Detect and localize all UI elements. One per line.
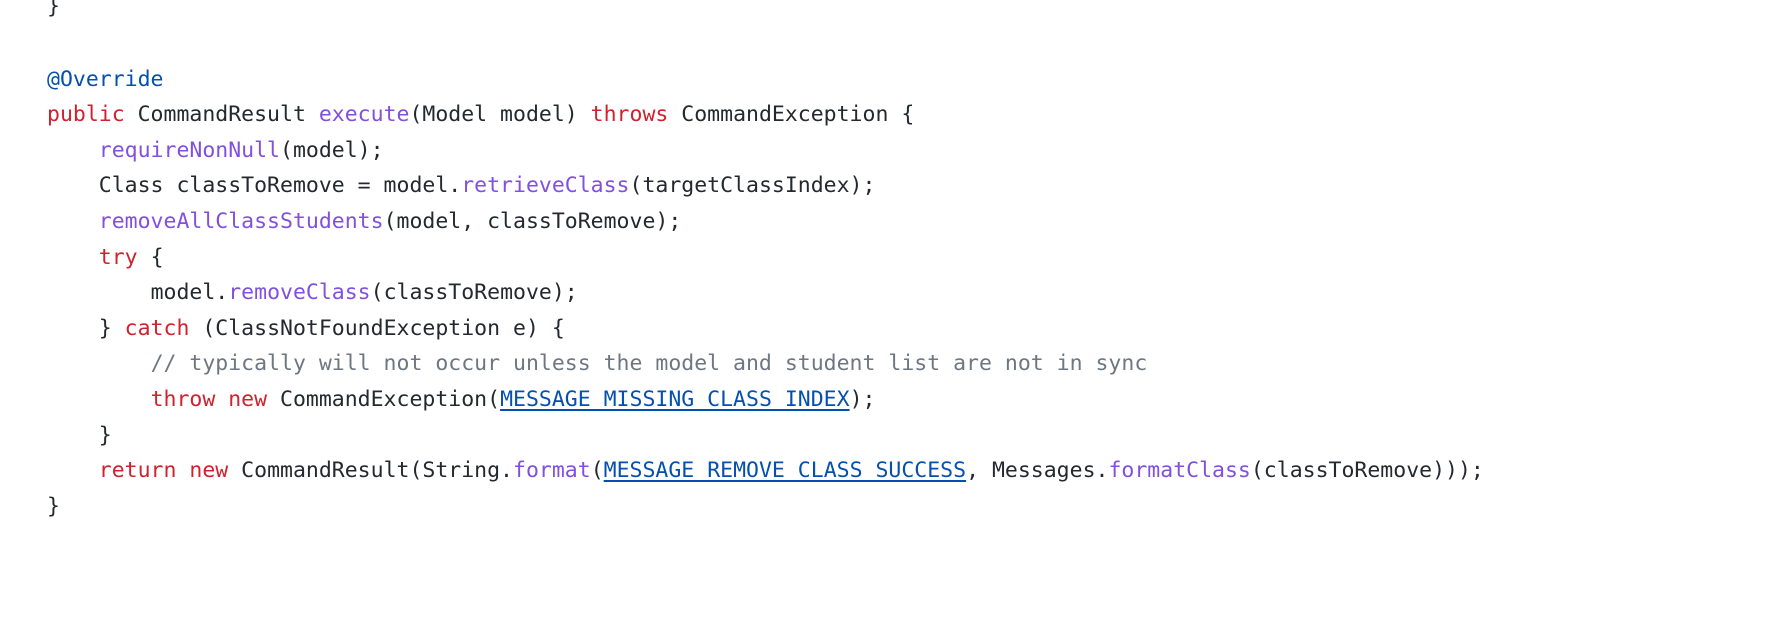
code-token-plain: { [137, 244, 164, 270]
code-token-function: requireNonNull [98, 137, 280, 163]
code-token-keyword: public [47, 102, 125, 128]
code-token-keyword: throw new [150, 386, 268, 412]
code-block: } @Override public CommandResult execute(… [0, 0, 1766, 620]
code-token-plain: } [98, 315, 125, 341]
code-token-comment: // typically will not occur unless the m… [150, 351, 1148, 377]
code-token-function: execute [318, 102, 410, 128]
code-token-keyword: try [98, 244, 138, 270]
code-token-plain: CommandException( [267, 386, 501, 412]
code-token-plain: ( [590, 458, 604, 484]
code-token-plain: (classToRemove); [370, 280, 578, 306]
code-token-constant[interactable]: MESSAGE_REMOVE_CLASS_SUCCESS [604, 458, 966, 483]
code-line: requireNonNull(model); [0, 133, 1766, 169]
code-line: model.removeClass(classToRemove); [0, 275, 1766, 311]
code-token-plain: (model); [280, 137, 384, 163]
code-token-plain: model. [150, 280, 229, 306]
code-token-plain: } [98, 422, 112, 448]
code-line: } [0, 418, 1766, 454]
code-token-plain: } [47, 0, 60, 19]
code-token-function: formatClass [1108, 458, 1251, 484]
code-line: try { [0, 240, 1766, 276]
code-line: } [0, 0, 1766, 26]
code-line: // typically will not occur unless the m… [0, 346, 1766, 382]
code-token-plain: (ClassNotFoundException e) { [189, 315, 565, 341]
code-token-plain: CommandException { [668, 102, 915, 128]
code-token-constant[interactable]: MESSAGE_MISSING_CLASS_INDEX [500, 387, 850, 412]
code-token-keyword: catch [124, 315, 190, 341]
code-token-plain: CommandResult(String. [228, 458, 514, 484]
code-line: @Override [0, 62, 1766, 98]
code-token-plain: } [47, 493, 60, 519]
code-token-function: retrieveClass [461, 173, 630, 199]
code-token-plain: , Messages. [966, 458, 1109, 484]
code-token-annotation: @Override [47, 66, 164, 92]
code-token-keyword: return new [98, 458, 229, 484]
code-token-function: format [513, 458, 591, 484]
code-line: removeAllClassStudents(model, classToRem… [0, 204, 1766, 240]
code-token-keyword: throws [590, 102, 669, 128]
code-token-plain: Class classToRemove = model. [98, 173, 462, 199]
code-line: throw new CommandException(MESSAGE_MISSI… [0, 382, 1766, 418]
code-line: } [0, 489, 1766, 525]
code-line: public CommandResult execute(Model model… [0, 97, 1766, 133]
code-token-function: removeClass [228, 280, 371, 306]
code-token-plain: CommandResult [124, 102, 319, 128]
code-token-plain: ); [849, 386, 876, 412]
code-line: } catch (ClassNotFoundException e) { [0, 311, 1766, 347]
code-line: return new CommandResult(String.format(M… [0, 453, 1766, 489]
code-line: Class classToRemove = model.retrieveClas… [0, 168, 1766, 204]
code-token-plain: (model, classToRemove); [383, 208, 682, 234]
code-token-plain: (targetClassIndex); [629, 173, 876, 199]
code-token-plain: (Model model) [409, 102, 591, 128]
code-token-plain: (classToRemove))); [1250, 458, 1484, 484]
code-token-function: removeAllClassStudents [98, 208, 384, 234]
